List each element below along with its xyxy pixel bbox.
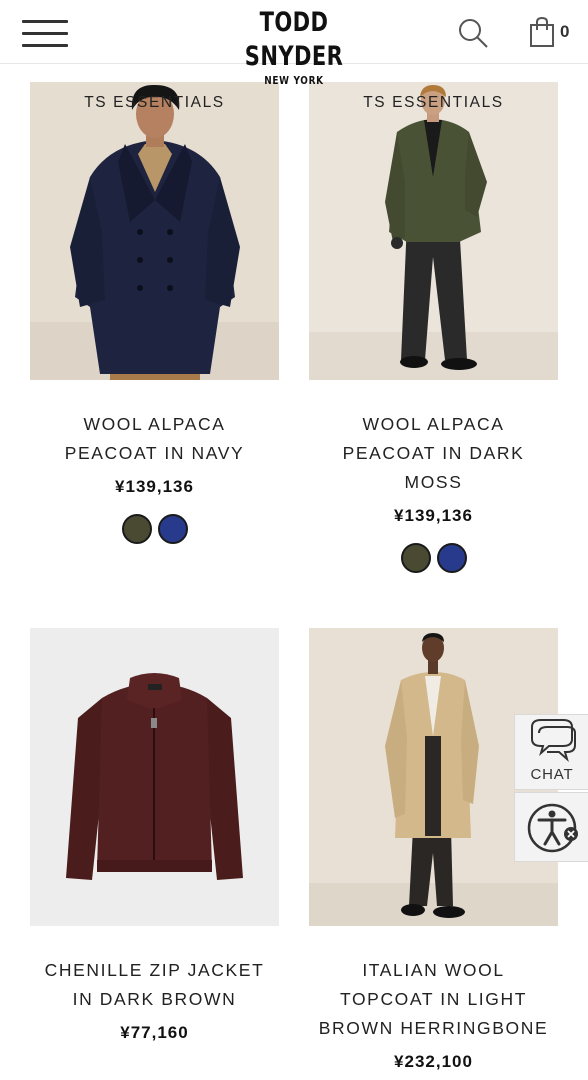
product-name[interactable]: WOOL ALPACA PEACOAT IN NAVY	[30, 410, 279, 468]
product-badge: TS ESSENTIALS	[363, 94, 504, 111]
product-badge: TS ESSENTIALS	[84, 94, 225, 111]
product-image-zip-jacket[interactable]	[30, 628, 279, 926]
product-price: ¥139,136	[115, 477, 194, 496]
product-name[interactable]: WOOL ALPACA PEACOAT IN DARK MOSS	[309, 410, 558, 497]
shopping-bag-icon	[530, 16, 554, 47]
cart-count: 0	[560, 22, 570, 41]
chat-icon	[531, 719, 576, 762]
shopping-bag-button[interactable]: 0	[528, 16, 576, 50]
site-header: TODD SNYDER NEW YORK 0	[0, 0, 588, 87]
accessibility-button[interactable]	[514, 792, 588, 862]
search-icon[interactable]	[456, 16, 490, 50]
menu-icon[interactable]	[22, 18, 68, 50]
brand-name: TODD SNYDER	[244, 7, 344, 72]
brand-location: NEW YORK	[264, 75, 324, 87]
product-name[interactable]: ITALIAN WOOL TOPCOAT IN LIGHT BROWN HERR…	[309, 956, 558, 1043]
product-name[interactable]: CHENILLE ZIP JACKET IN DARK BROWN	[30, 956, 279, 1014]
product-image-peacoat-moss[interactable]: TS ESSENTIALS	[309, 82, 558, 380]
chat-label: CHAT	[530, 766, 574, 783]
swatch-moss[interactable]	[121, 514, 152, 544]
product-price: ¥77,160	[120, 1023, 189, 1042]
product-card: TS ESSENTIALS WOOL ALPACA PEACOAT IN NAV…	[30, 82, 279, 544]
swatch-navy[interactable]	[436, 543, 467, 573]
brand-logo[interactable]: TODD SNYDER NEW YORK	[194, 6, 394, 87]
color-swatches	[309, 543, 558, 573]
swatch-moss[interactable]	[400, 543, 431, 573]
product-card: TS ESSENTIALS WOOL ALPACA PEACOAT IN DAR…	[309, 82, 558, 573]
product-card: CHENILLE ZIP JACKET IN DARK BROWN ¥77,16…	[30, 628, 279, 1043]
color-swatches	[30, 514, 279, 544]
chat-button[interactable]: CHAT	[514, 714, 588, 790]
product-image-peacoat-navy[interactable]: TS ESSENTIALS	[30, 82, 279, 380]
product-price: ¥232,100	[394, 1052, 473, 1071]
swatch-navy[interactable]	[157, 514, 188, 544]
product-price: ¥139,136	[394, 506, 473, 525]
accessibility-icon	[527, 803, 578, 853]
